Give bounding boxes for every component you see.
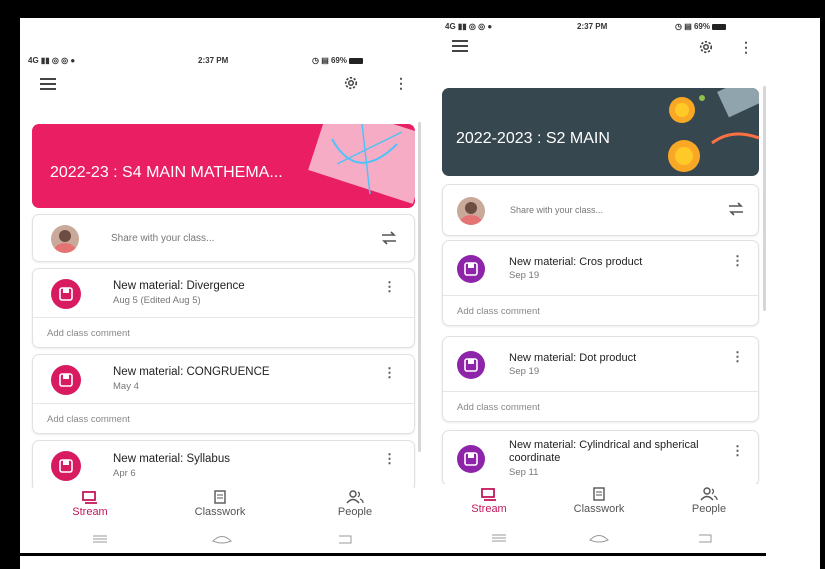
recent-apps-icon[interactable] <box>489 532 509 544</box>
add-class-comment[interactable]: Add class comment <box>33 317 414 349</box>
class-title: 2022-23 : S4 MAIN MATHEMA... <box>50 164 283 181</box>
classwork-icon <box>214 490 226 504</box>
post-card[interactable]: New material: CONGRUENCE May 4 ⋮ Add cla… <box>32 354 415 434</box>
post-card[interactable]: New material: Syllabus Apr 6 ⋮ <box>32 440 415 492</box>
material-icon <box>51 365 81 395</box>
post-options-icon[interactable]: ⋮ <box>383 451 396 467</box>
bottom-navigation: Stream Classwork People <box>20 488 425 528</box>
post-options-icon[interactable]: ⋮ <box>383 365 396 381</box>
post-date: Sep 11 <box>509 467 539 478</box>
math-illustration-icon <box>308 124 415 204</box>
avatar <box>51 225 79 253</box>
settings-gear-icon[interactable] <box>697 38 715 56</box>
people-icon <box>346 490 364 504</box>
material-icon <box>457 255 485 283</box>
overflow-menu-icon[interactable]: ⋮ <box>394 74 408 92</box>
back-icon[interactable] <box>695 532 715 544</box>
post-title: New material: Cylindrical and spherical … <box>509 439 699 464</box>
share-with-class-card[interactable]: Share with your class... <box>32 214 415 262</box>
system-nav-bar <box>437 528 772 550</box>
nav-people[interactable]: People <box>325 490 385 518</box>
nav-classwork[interactable]: Classwork <box>180 490 260 518</box>
post-date: Apr 6 <box>113 468 136 479</box>
add-class-comment[interactable]: Add class comment <box>443 295 758 327</box>
classwork-icon <box>593 487 605 501</box>
top-app-bar: ⋮ <box>20 70 425 104</box>
home-icon[interactable] <box>210 533 234 545</box>
share-placeholder: Share with your class... <box>111 233 215 244</box>
post-options-icon[interactable]: ⋮ <box>731 443 744 459</box>
nav-classwork[interactable]: Classwork <box>559 487 639 515</box>
status-bar: 4G ▮▮ ◎ ◎ ● 2:37 PM ◷ ▤ 69% <box>437 18 772 36</box>
repost-icon[interactable] <box>726 199 746 219</box>
post-title: New material: Divergence <box>113 280 245 292</box>
post-title: New material: CONGRUENCE <box>113 366 270 378</box>
post-options-icon[interactable]: ⋮ <box>731 253 744 269</box>
material-icon <box>51 451 81 481</box>
status-time: 2:37 PM <box>577 22 608 31</box>
system-nav-bar <box>20 530 425 550</box>
post-date: Sep 19 <box>509 270 540 281</box>
post-card[interactable]: New material: Dot product Sep 19 ⋮ Add c… <box>442 336 759 422</box>
add-class-comment[interactable]: Add class comment <box>443 391 758 423</box>
stream-icon <box>481 488 496 501</box>
stream-icon <box>82 491 97 504</box>
post-options-icon[interactable]: ⋮ <box>383 279 396 295</box>
post-card[interactable]: New material: Divergence Aug 5 (Edited A… <box>32 268 415 348</box>
scrollbar[interactable] <box>418 122 421 452</box>
battery-indicator: ◷ ▤ 69% <box>312 56 363 65</box>
settings-gear-icon[interactable] <box>342 74 360 92</box>
top-app-bar: ⋮ <box>437 36 772 68</box>
home-icon[interactable] <box>587 532 611 544</box>
menu-icon[interactable] <box>452 40 468 52</box>
overflow-menu-icon[interactable]: ⋮ <box>739 38 753 56</box>
bottom-divider <box>20 553 766 556</box>
left-phone-screen: 4G ▮▮ ◎ ◎ ● 2:37 PM ◷ ▤ 69% ⋮ 2022-23 : … <box>20 52 425 552</box>
material-icon <box>457 445 485 473</box>
people-icon <box>700 487 718 501</box>
nav-stream[interactable]: Stream <box>60 490 120 518</box>
battery-icon <box>349 57 363 64</box>
post-card[interactable]: New material: Cros product Sep 19 ⋮ Add … <box>442 240 759 326</box>
post-title: New material: Cros product <box>509 256 643 268</box>
post-options-icon[interactable]: ⋮ <box>731 349 744 365</box>
post-title: New material: Dot product <box>509 352 637 364</box>
signal-indicator: 4G ▮▮ ◎ ◎ ● <box>445 22 493 31</box>
status-bar: 4G ▮▮ ◎ ◎ ● 2:37 PM ◷ ▤ 69% <box>20 52 425 70</box>
class-title: 2022-2023 : S2 MAIN <box>456 130 610 147</box>
post-date: Sep 19 <box>509 366 540 377</box>
recent-apps-icon[interactable] <box>90 533 110 545</box>
class-banner[interactable]: 2022-2023 : S2 MAIN <box>442 88 759 176</box>
nav-stream[interactable]: Stream <box>457 487 521 515</box>
class-banner[interactable]: 2022-23 : S4 MAIN MATHEMA... <box>32 124 415 208</box>
post-date: Aug 5 (Edited Aug 5) <box>113 295 201 306</box>
add-class-comment[interactable]: Add class comment <box>33 403 414 435</box>
share-with-class-card[interactable]: Share with your class... <box>442 184 759 236</box>
battery-indicator: ◷ ▤ 69% <box>675 22 726 31</box>
battery-icon <box>712 23 726 30</box>
post-title: New material: Syllabus <box>113 453 230 465</box>
post-card[interactable]: New material: Cylindrical and spherical … <box>442 430 759 486</box>
material-icon <box>51 279 81 309</box>
share-placeholder: Share with your class... <box>510 205 604 215</box>
right-phone-screen: 4G ▮▮ ◎ ◎ ● 2:37 PM ◷ ▤ 69% ⋮ 2022-2023 … <box>437 18 772 552</box>
avatar <box>457 197 485 225</box>
post-date: May 4 <box>113 381 139 392</box>
repost-icon[interactable] <box>379 228 399 248</box>
menu-icon[interactable] <box>40 78 56 90</box>
back-icon[interactable] <box>335 533 355 545</box>
signal-indicator: 4G ▮▮ ◎ ◎ ● <box>28 56 76 65</box>
nav-people[interactable]: People <box>679 487 739 515</box>
scrollbar[interactable] <box>763 86 766 311</box>
material-icon <box>457 351 485 379</box>
status-time: 2:37 PM <box>198 56 229 65</box>
bottom-navigation: Stream Classwork People <box>437 484 772 526</box>
